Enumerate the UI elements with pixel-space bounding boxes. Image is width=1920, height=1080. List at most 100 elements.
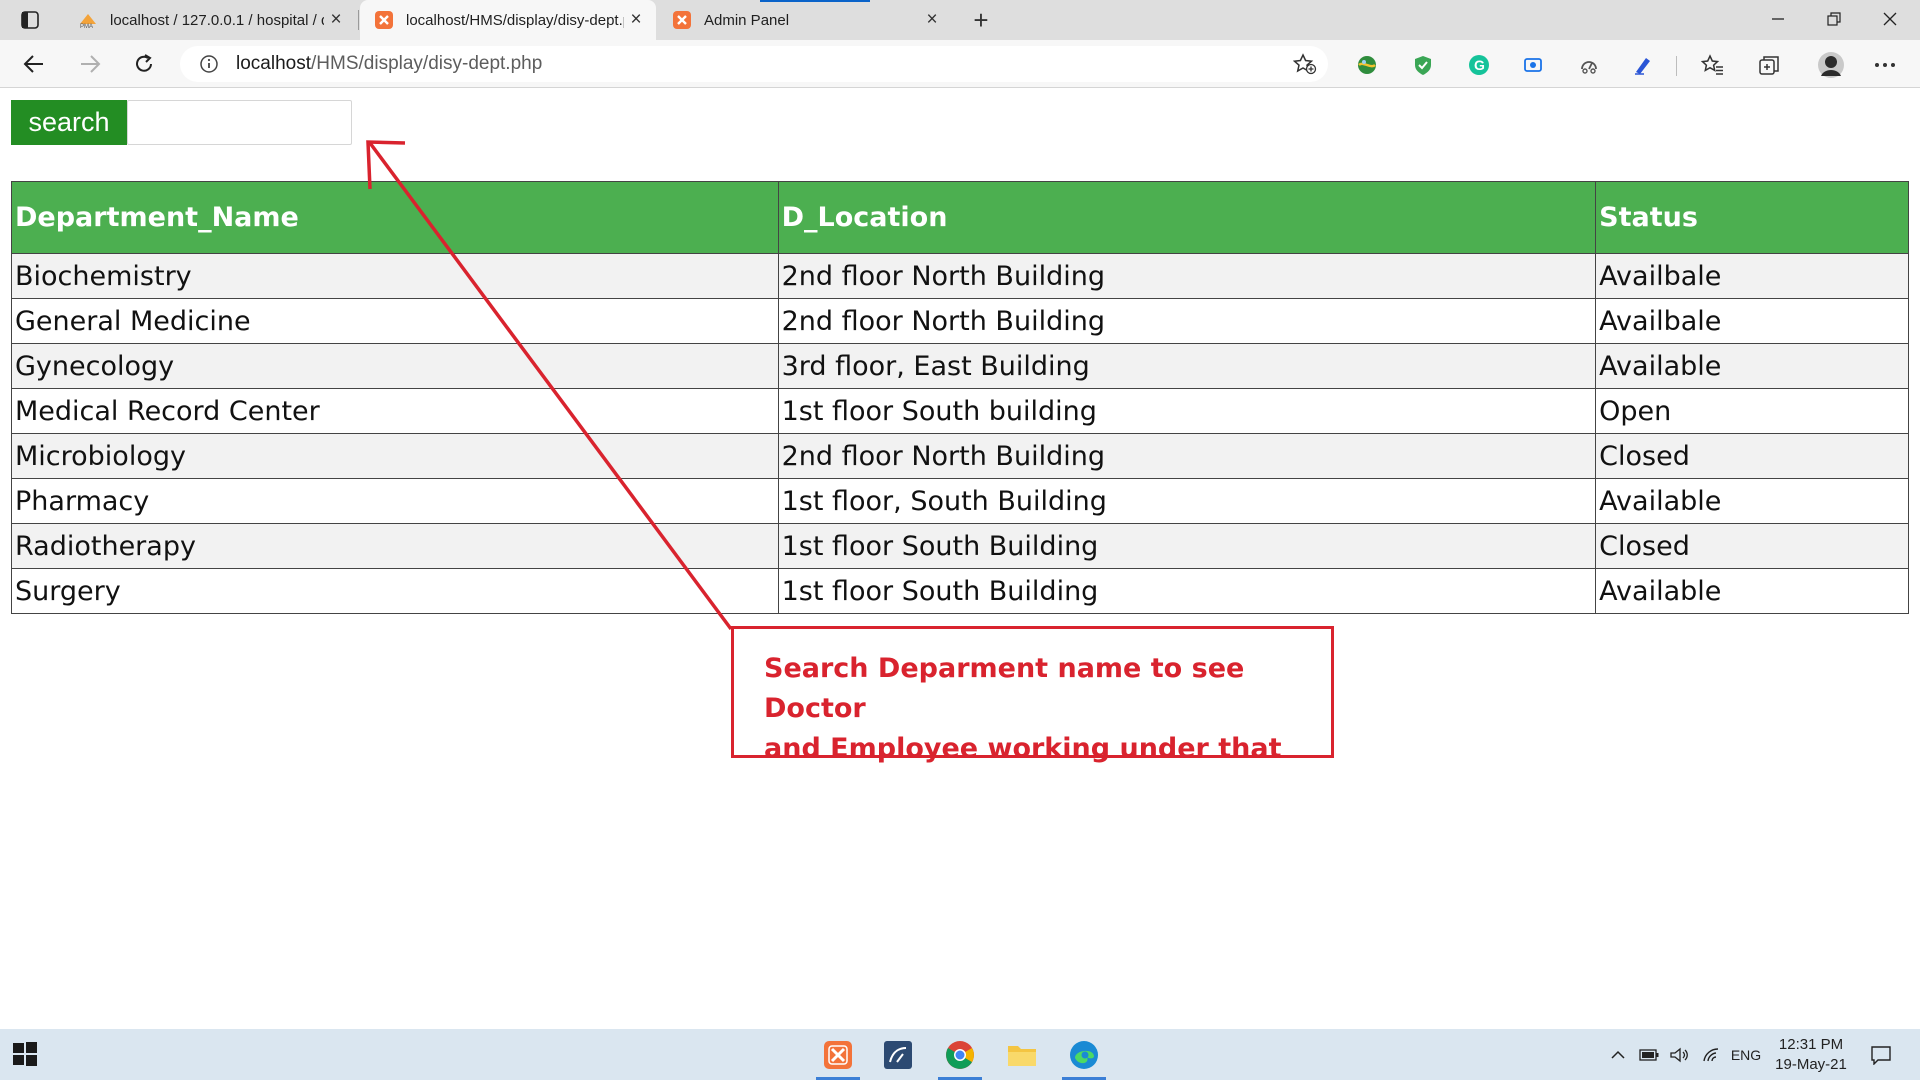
table-row: Surgery 1st floor South Building Availab… [11,568,1909,614]
toolbar-divider [1676,56,1677,76]
plus-icon: + [973,4,989,35]
tab-title: Admin Panel [704,11,790,29]
column-header-department-name: Department_Name [11,181,779,254]
taskbar-mysql-workbench[interactable] [872,1029,924,1080]
volume-icon[interactable] [1666,1029,1692,1080]
clock-time: 12:31 PM [1778,1036,1844,1053]
status-cell: Closed [1595,523,1909,569]
forward-button[interactable] [72,48,108,80]
forward-arrow-icon [81,55,101,73]
xampp-icon [374,10,394,30]
table-row: Radiotherapy 1st floor South Building Cl… [11,523,1909,569]
taskbar-xampp[interactable] [812,1029,864,1080]
table-row: Pharmacy 1st floor, South Building Avail… [11,478,1909,524]
tab-disy-dept[interactable]: localhost/HMS/display/disy-dept.php × [360,0,656,40]
new-tab-button[interactable]: + [965,4,997,36]
tab-phpmyadmin[interactable]: PMA localhost / 127.0.0.1 / hospital / d… [64,0,356,40]
status-cell: Available [1595,568,1909,614]
screenshot-icon[interactable] [1520,52,1546,78]
status-cell: Available [1595,478,1909,524]
minimize-button[interactable] [1750,0,1806,38]
table-row: General Medicine 2nd floor North Buildin… [11,298,1909,344]
grammarly-icon[interactable]: G [1466,52,1492,78]
department-name-cell: Biochemistry [11,253,779,299]
close-tab-icon[interactable]: × [324,8,348,32]
table-row: Microbiology 2nd floor North Building Cl… [11,433,1909,479]
pen-extension-icon[interactable] [1630,52,1656,78]
refresh-icon [136,54,152,72]
language-indicator[interactable]: ENG [1728,1029,1764,1080]
table-row: Medical Record Center 1st floor South bu… [11,388,1909,434]
mysql-workbench-icon [884,1040,912,1069]
close-window-button[interactable] [1862,0,1918,38]
shield-icon[interactable] [1410,52,1436,78]
battery-icon[interactable] [1636,1029,1662,1080]
phpmyadmin-icon: PMA [78,10,98,30]
extension-globe-icon[interactable] [1354,52,1380,78]
location-cell: 1st floor, South Building [777,478,1597,524]
table-header-row: Department_Name D_Location Status [11,181,1909,254]
close-tab-icon[interactable]: × [624,8,648,32]
taskbar-file-explorer[interactable] [996,1029,1048,1080]
status-cell: Availbale [1595,253,1909,299]
url-text: localhost/HMS/display/disy-dept.php [236,53,542,75]
avatar[interactable] [1816,50,1846,80]
performance-icon[interactable] [1576,52,1602,78]
location-cell: 1st floor South building [777,388,1597,434]
search-input[interactable] [127,100,352,145]
department-name-cell: General Medicine [11,298,779,344]
department-name-cell: Medical Record Center [11,388,779,434]
annotation-line: and Employee working under that [764,733,1282,764]
show-hidden-icons-button[interactable] [1606,1029,1630,1080]
system-clock[interactable]: 12:31 PM 19-May-21 [1766,1035,1856,1075]
svg-text:PMA: PMA [80,24,93,28]
taskbar-chrome[interactable] [934,1029,986,1080]
more-options-icon[interactable] [1872,52,1898,78]
wifi-icon[interactable] [1698,1029,1724,1080]
notification-icon [1871,1045,1891,1065]
collections-icon[interactable] [1756,52,1782,78]
department-table: Department_Name D_Location Status Bioche… [11,181,1909,614]
notification-button[interactable] [1864,1029,1898,1080]
back-arrow-icon [23,55,43,73]
table-row: Gynecology 3rd floor, East Building Avai… [11,343,1909,389]
page-content: search Department_Name D_Location Status… [0,89,1920,1029]
folder-icon [1008,1045,1036,1066]
status-cell: Available [1595,343,1909,389]
location-cell: 1st floor South Building [777,523,1597,569]
restore-icon [1827,12,1841,26]
address-bar[interactable]: localhost/HMS/display/disy-dept.php [180,46,1328,82]
tab-loading-indicator [760,0,870,2]
column-header-location: D_Location [777,181,1597,254]
start-button[interactable] [12,1041,40,1069]
taskbar-edge[interactable] [1058,1029,1110,1080]
clock-date: 19-May-21 [1775,1056,1847,1073]
column-header-status: Status [1595,181,1909,254]
department-name-cell: Pharmacy [11,478,779,524]
site-info-icon[interactable] [194,54,224,74]
chrome-icon [946,1040,974,1069]
annotation-callout: Search Deparment name to see Doctor and … [731,626,1334,764]
tab-admin-panel[interactable]: Admin Panel × [658,0,952,40]
back-button[interactable] [16,48,52,80]
windows-taskbar: ENG 12:31 PM 19-May-21 [0,1029,1920,1080]
annotation-line: Search Deparment name to see Doctor [764,653,1245,724]
restore-button[interactable] [1806,0,1862,38]
windows-logo-icon [13,1042,37,1066]
url-host: localhost [236,53,311,74]
add-favorite-icon[interactable] [1292,52,1318,76]
location-cell: 3rd floor, East Building [777,343,1597,389]
tab-actions-button[interactable] [10,6,50,34]
location-cell: 2nd floor North Building [777,433,1597,479]
close-tab-icon[interactable]: × [920,8,944,32]
favorites-icon[interactable] [1700,52,1726,78]
location-cell: 2nd floor North Building [777,253,1597,299]
refresh-button[interactable] [126,48,162,80]
chevron-up-icon [1611,1050,1625,1059]
status-cell: Availbale [1595,298,1909,344]
svg-text:G: G [1474,57,1485,73]
department-name-cell: Microbiology [11,433,779,479]
department-name-cell: Radiotherapy [11,523,779,569]
search-button[interactable]: search [11,100,127,145]
xampp-icon [824,1040,852,1069]
